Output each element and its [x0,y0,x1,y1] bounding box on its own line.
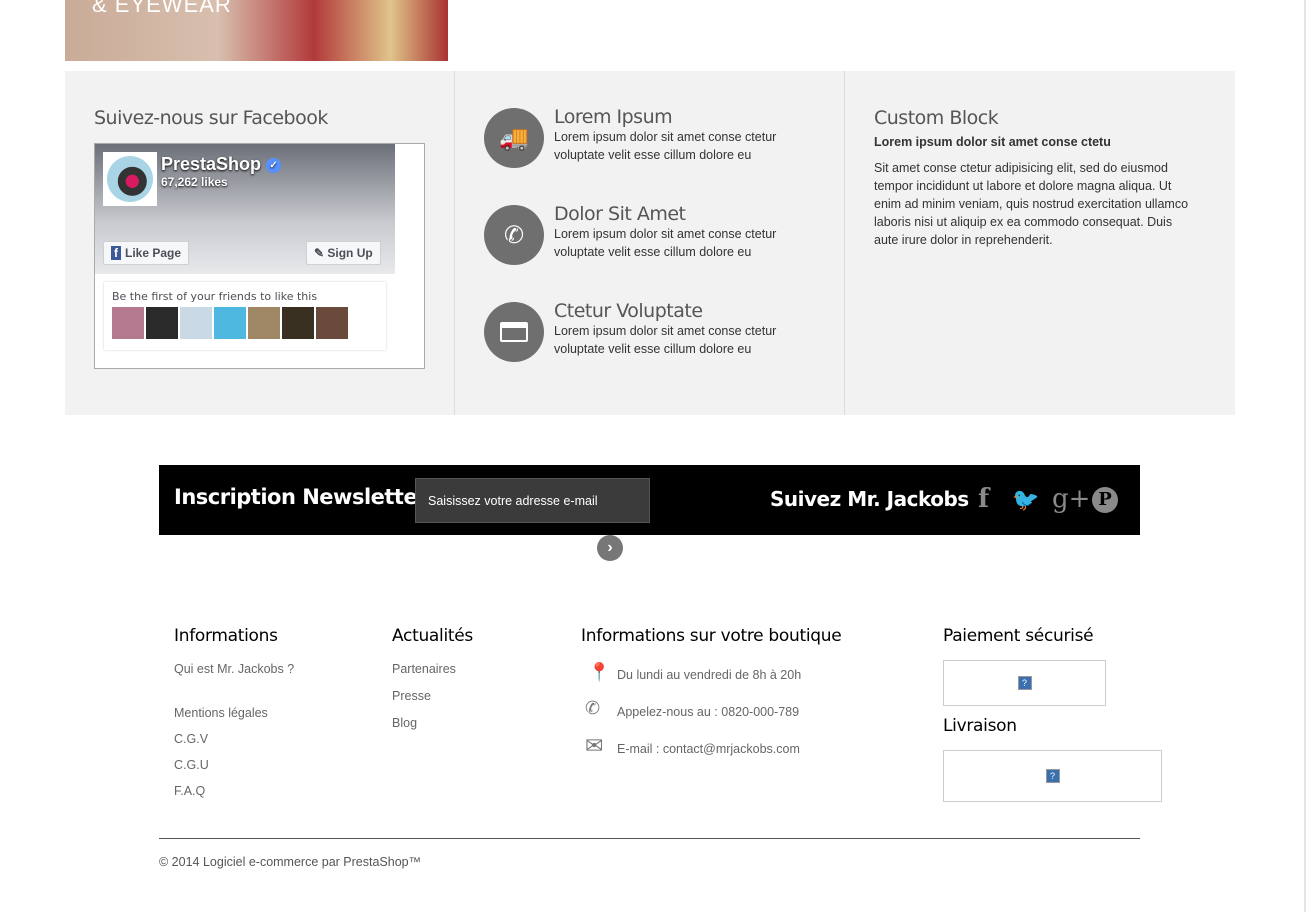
delivery-image: ? [943,750,1162,802]
newsletter-email-input[interactable] [415,478,650,523]
footer-link[interactable]: F.A.Q [174,784,205,798]
like-page-button[interactable]: f Like Page [103,241,190,265]
map-marker-icon: 📍 [588,662,611,682]
sign-up-button[interactable]: ✎ Sign Up [306,241,381,265]
feature-item: ✆ Dolor Sit Amet Lorem ipsum dolor sit am… [484,203,794,265]
facebook-page-name[interactable]: PrestaShop [161,154,261,174]
custom-block-text: Sit amet conse ctetur adipisicing elit, … [874,161,1189,247]
phone-icon: ✆ [484,205,544,265]
feature-title: Lorem Ipsum [554,106,673,128]
truck-icon: 🚚 [484,108,544,168]
actualites-title: Actualités [392,626,473,646]
store-phone: Appelez-nous au : 0820-000-789 [617,705,800,719]
broken-image-icon: ? [1045,769,1060,783]
facebook-friends: Be the first of your friends to like thi… [104,282,386,350]
facebook-cover[interactable]: PrestaShop ✓ 67,262 likes f Like Page ✎ S… [95,144,395,274]
facebook-likes: 67,262 likes [161,175,228,189]
footer-link[interactable]: Partenaires [392,662,456,676]
envelope-icon: ✉ [585,733,604,758]
features-column: 🚚 Lorem Ipsum Lorem ipsum dolor sit amet … [455,71,845,415]
facebook-icon: f [111,246,121,260]
facebook-widget: PrestaShop ✓ 67,262 likes f Like Page ✎ S… [94,143,425,369]
feature-text: Lorem ipsum dolor sit amet conse ctetur … [554,130,777,162]
footer-link[interactable]: Presse [392,689,431,703]
credit-card-icon [484,302,544,362]
friends-text: Be the first of your friends to like thi… [112,290,318,303]
feature-text: Lorem ipsum dolor sit amet conse ctetur … [554,324,777,356]
facebook-column: Suivez-nous sur Facebook PrestaShop ✓ 67… [65,71,455,415]
feature-item: 🚚 Lorem Ipsum Lorem ipsum dolor sit amet … [484,106,794,168]
friend-avatar[interactable] [214,307,246,339]
footer-divider [159,838,1140,839]
payment-title: Paiement sécurisé [943,626,1094,646]
payment-image: ? [943,660,1106,706]
footer-link[interactable]: Mentions légales [174,706,268,720]
pinterest-icon[interactable]: P [1092,487,1118,513]
banner-image[interactable]: & EYEWEAR [65,0,448,61]
banner-text: & EYEWEAR [92,0,232,17]
informations-title: Informations [174,626,278,646]
broken-image-icon: ? [1017,676,1032,690]
friend-avatar[interactable] [112,307,144,339]
delivery-title: Livraison [943,716,1017,736]
follow-title: Suivez Mr. Jackobs [770,487,969,511]
friend-avatar[interactable] [248,307,280,339]
feature-title: Ctetur Voluptate [554,300,703,322]
custom-block-title: Custom Block [874,107,999,129]
cms-block: Suivez-nous sur Facebook PrestaShop ✓ 67… [65,71,1235,415]
feature-item: Ctetur Voluptate Lorem ipsum dolor sit am… [484,300,794,362]
phone-icon: ✆ [585,698,601,718]
friend-avatar[interactable] [146,307,178,339]
store-email[interactable]: E-mail : contact@mrjackobs.com [617,742,800,756]
friend-avatar[interactable] [316,307,348,339]
newsletter-submit-button[interactable]: › [597,535,623,561]
copyright[interactable]: © 2014 Logiciel e-commerce par PrestaSho… [159,855,421,869]
feature-title: Dolor Sit Amet [554,203,686,225]
store-hours: Du lundi au vendredi de 8h à 20h [617,668,802,682]
google-plus-icon[interactable]: g+ [1052,484,1090,514]
newsletter-bar: Inscription Newsletter Suivez Mr. Jackob… [159,465,1140,535]
twitter-icon[interactable]: 🐦 [1012,487,1039,513]
footer-link[interactable]: Qui est Mr. Jackobs ? [174,661,299,678]
pencil-icon: ✎ [314,246,328,260]
footer-link[interactable]: C.G.V [174,732,208,746]
store-info-title: Informations sur votre boutique [581,626,842,646]
facebook-title: Suivez-nous sur Facebook [94,107,328,129]
newsletter-title: Inscription Newsletter [174,485,428,509]
feature-text: Lorem ipsum dolor sit amet conse ctetur … [554,227,777,259]
friend-avatar[interactable] [282,307,314,339]
friend-avatar[interactable] [180,307,212,339]
custom-block-subtitle: Lorem ipsum dolor sit amet conse ctetu [874,135,1111,149]
verified-icon: ✓ [266,157,282,173]
footer-link[interactable]: Blog [392,716,417,730]
custom-block-column: Custom Block Lorem ipsum dolor sit amet … [845,71,1235,415]
footer-link[interactable]: C.G.U [174,758,209,772]
facebook-icon[interactable]: f [978,484,989,514]
prestashop-logo[interactable] [103,152,157,206]
